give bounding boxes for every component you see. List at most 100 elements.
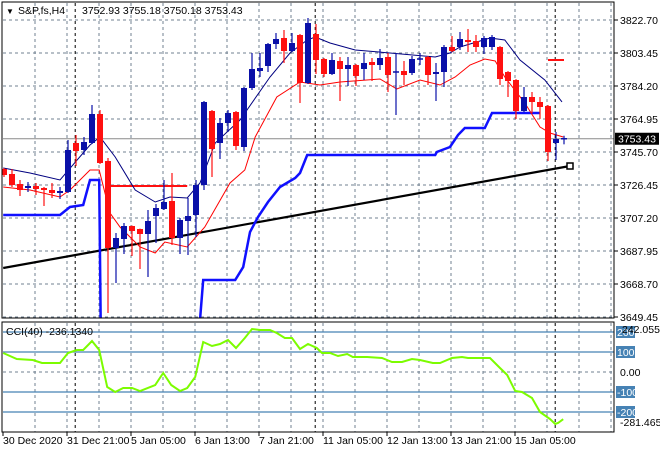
candle-body — [545, 106, 551, 153]
candle — [313, 23, 319, 75]
candle — [553, 131, 559, 161]
cci-min-label: -281.4652 — [620, 417, 660, 429]
cci-level-label: -100 — [617, 387, 638, 399]
candle-body — [329, 59, 335, 75]
candle — [401, 61, 407, 86]
candle-body — [257, 68, 263, 72]
candle — [41, 187, 47, 207]
candle — [177, 218, 183, 255]
candle — [17, 179, 23, 197]
candle-body — [497, 47, 503, 80]
price-tick-label: 3687.95 — [620, 246, 658, 258]
candle — [65, 140, 71, 194]
candle — [425, 56, 431, 86]
candle-body — [113, 238, 119, 249]
price-tick-label: 3745.70 — [620, 147, 658, 159]
candle-body — [33, 185, 39, 189]
candle-body — [409, 59, 415, 74]
candle-body — [177, 220, 183, 239]
price-tick-label: 3726.45 — [620, 180, 658, 192]
candle — [249, 53, 255, 90]
candle-body — [57, 191, 63, 194]
candle — [113, 233, 119, 284]
candle — [321, 58, 327, 78]
candle-body — [65, 149, 71, 192]
candle-body — [89, 113, 95, 144]
candle-body — [9, 173, 15, 186]
current-price-label: 3753.43 — [618, 134, 656, 146]
candle-body — [137, 229, 143, 234]
candle — [57, 187, 63, 200]
candle-body — [537, 101, 543, 108]
candle — [329, 53, 335, 75]
candle — [433, 62, 439, 102]
candle — [137, 228, 143, 270]
candle-body — [401, 71, 407, 75]
candle — [465, 29, 471, 53]
candle — [289, 32, 295, 53]
price-tick-label: 3803.45 — [620, 48, 658, 60]
candle-body — [41, 188, 47, 191]
ohlc-readout: 3752.93 3755.18 3750.18 3753.43 — [82, 5, 243, 17]
price-tick-label: 3784.20 — [620, 81, 658, 93]
candle-body — [25, 185, 31, 189]
candle-body — [369, 62, 375, 66]
time-tick-label: 7 Jan 21:00 — [259, 435, 314, 447]
candle-body — [97, 113, 103, 164]
candle-body — [265, 44, 271, 66]
header-arrow[interactable]: ▼ — [6, 7, 14, 16]
time-tick-label: 11 Jan 05:00 — [323, 435, 383, 447]
candle — [353, 64, 359, 87]
candle-body — [249, 68, 255, 89]
candle — [121, 223, 127, 255]
candle-body — [489, 37, 495, 48]
candle-body — [481, 38, 487, 48]
candle-body — [201, 101, 207, 186]
time-tick-label: 15 Jan 05:00 — [515, 435, 576, 447]
cci-max-label: 242.055 — [622, 324, 660, 336]
trend-line-handle[interactable] — [566, 162, 574, 170]
candle — [393, 53, 399, 116]
candle — [145, 209, 151, 278]
candle — [417, 53, 423, 66]
candle — [9, 169, 15, 188]
candle — [497, 46, 503, 86]
stop-line — [198, 111, 540, 318]
candle-body — [17, 184, 23, 191]
price-tick-label: 3764.95 — [620, 114, 658, 126]
candle-body — [441, 47, 447, 72]
time-tick-label: 30 Dec 2020 — [3, 435, 63, 447]
candle — [297, 34, 303, 104]
candle — [97, 110, 103, 165]
candle-body — [161, 202, 167, 210]
candle — [73, 134, 79, 167]
candle — [457, 32, 463, 51]
cci-level-label: 0.00 — [620, 367, 641, 379]
candle — [201, 101, 207, 191]
candle-body — [353, 65, 359, 77]
candle-body — [217, 122, 223, 144]
candle — [409, 56, 415, 75]
candle — [193, 179, 199, 237]
candle — [161, 179, 167, 210]
candle — [385, 53, 391, 93]
trend-line — [3, 164, 571, 270]
candle-body — [49, 190, 55, 194]
price-tick-label: 3668.70 — [620, 279, 658, 291]
candle-body — [321, 59, 327, 75]
candle — [489, 35, 495, 51]
candle — [545, 105, 551, 162]
candle-body — [81, 142, 87, 150]
candle — [481, 35, 487, 54]
candle-body — [145, 221, 151, 234]
candle-body — [105, 161, 111, 249]
candle — [209, 110, 215, 177]
price-tick-label: 3707.20 — [620, 213, 658, 225]
cci-level-label: 100 — [617, 347, 635, 359]
candle-body — [225, 113, 231, 123]
candle — [233, 110, 239, 150]
candle-body — [465, 40, 471, 42]
candle-body — [553, 139, 559, 144]
candle-body — [209, 110, 215, 150]
candle — [273, 32, 279, 50]
